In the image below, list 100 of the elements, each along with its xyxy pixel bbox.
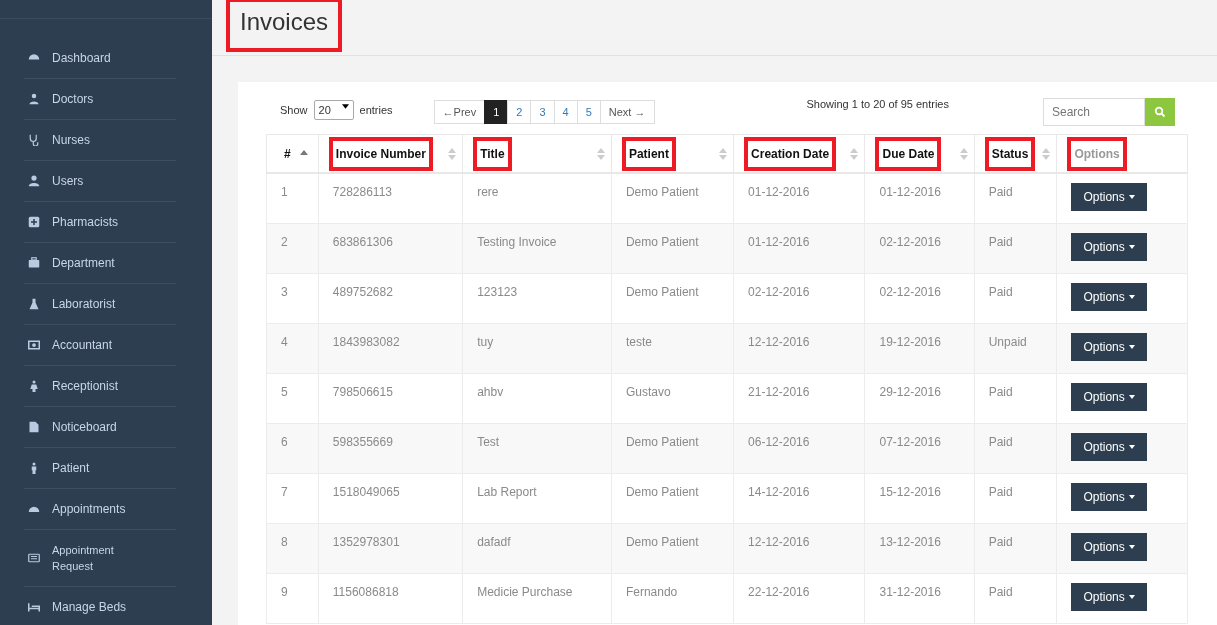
table-cell: 19-12-2016 <box>864 323 975 373</box>
column-header[interactable]: Due Date <box>864 134 975 173</box>
table-cell: 12-12-2016 <box>733 523 865 573</box>
menu-item-icon <box>28 421 40 433</box>
page-link[interactable]: 1 <box>484 100 509 124</box>
options-button[interactable]: Options <box>1071 432 1147 461</box>
options-button[interactable]: Options <box>1071 582 1147 611</box>
sidebar-item[interactable]: Accountant <box>24 325 176 366</box>
sidebar-item[interactable]: Laboratorist <box>24 284 176 325</box>
table-cell: 123123 <box>462 273 612 323</box>
sort-icon <box>850 147 859 160</box>
table-cell: 1843983082 <box>318 323 463 373</box>
table-cell: 31-12-2016 <box>864 573 975 623</box>
menu-item-icon <box>28 175 40 187</box>
entries-select[interactable]: 20 <box>313 100 354 120</box>
table-cell: 9 <box>266 573 319 623</box>
caret-icon <box>1128 544 1135 549</box>
menu-item-icon <box>28 601 40 613</box>
table-cell: 5 <box>266 373 319 423</box>
search-field[interactable]: Search <box>1043 98 1145 126</box>
table-cell: Demo Patient <box>611 523 734 573</box>
table-cell: 7 <box>266 473 319 523</box>
table-cell: Testing Invoice <box>462 223 612 273</box>
table-cell: 798506615 <box>318 373 463 423</box>
table-cell: 01-12-2016 <box>864 173 975 223</box>
table-cell: 4 <box>266 323 319 373</box>
sort-icon <box>448 147 457 160</box>
column-header[interactable]: Status <box>974 134 1057 173</box>
page-link[interactable]: Next → <box>599 100 655 124</box>
column-header[interactable]: Creation Date <box>733 134 865 173</box>
sidebar-item[interactable]: Dashboard <box>24 38 176 79</box>
search-button[interactable] <box>1145 98 1175 126</box>
menu-item-icon <box>28 134 40 146</box>
table-cell: Demo Patient <box>611 173 734 223</box>
sidebar-item[interactable]: Department <box>24 243 176 284</box>
options-button[interactable]: Options <box>1071 382 1147 411</box>
options-button[interactable]: Options <box>1071 532 1147 561</box>
options-button[interactable]: Options <box>1071 183 1147 211</box>
table-cell: Paid <box>974 573 1057 623</box>
column-header: Options <box>1056 134 1188 173</box>
table-cell: dafadf <box>462 523 612 573</box>
show-label: Show <box>280 104 308 116</box>
table-cell: ahbv <box>462 373 612 423</box>
page-link[interactable]: 5 <box>576 100 601 124</box>
table-cell: 598355669 <box>318 423 463 473</box>
table-cell: 3 <box>266 273 319 323</box>
table-cell: Gustavo <box>611 373 734 423</box>
sidebar-item[interactable]: Appointments <box>24 489 176 530</box>
page-link[interactable]: ←Prev <box>433 100 486 124</box>
table-cell: 1156086818 <box>318 573 463 623</box>
menu-item-icon <box>28 552 40 564</box>
table-cell: 15-12-2016 <box>864 473 975 523</box>
sidebar-item[interactable]: Manage Beds <box>24 587 176 625</box>
table-cell: Paid <box>974 373 1057 423</box>
sidebar-item[interactable]: Noticeboard <box>24 407 176 448</box>
table-cell: Paid <box>974 273 1057 323</box>
sidebar-item[interactable]: Doctors <box>24 79 176 120</box>
sort-icon <box>1042 147 1051 160</box>
sidebar-item[interactable]: Pharmacists <box>24 202 176 243</box>
page-link[interactable]: 2 <box>507 100 532 124</box>
table-cell: 01-12-2016 <box>733 173 865 223</box>
sidebar-item[interactable]: Users <box>24 161 176 202</box>
table-cell: 1352978301 <box>318 523 463 573</box>
table-cell: Paid <box>974 523 1057 573</box>
table-cell: teste <box>611 323 734 373</box>
page-link[interactable]: 3 <box>530 100 555 124</box>
entries-label: entries <box>359 104 393 116</box>
table-cell: Demo Patient <box>611 273 734 323</box>
table-cell: Paid <box>974 423 1057 473</box>
column-header[interactable]: Title <box>462 134 612 173</box>
column-header[interactable]: Invoice Number <box>318 134 463 173</box>
table-cell: 29-12-2016 <box>864 373 975 423</box>
options-button[interactable]: Options <box>1071 332 1147 361</box>
caret-icon <box>1128 294 1135 299</box>
search-icon <box>1154 106 1166 118</box>
table-cell: Paid <box>974 173 1057 223</box>
menu-item-icon <box>28 257 40 269</box>
options-button[interactable]: Options <box>1071 232 1147 261</box>
caret-icon <box>1128 244 1135 249</box>
column-header[interactable]: # <box>266 134 319 173</box>
options-button[interactable]: Options <box>1071 482 1147 511</box>
table-cell: 489752682 <box>318 273 463 323</box>
sort-icon <box>596 147 605 160</box>
table-cell: tuy <box>462 323 612 373</box>
table-cell: 8 <box>266 523 319 573</box>
page-link[interactable]: 4 <box>553 100 578 124</box>
table-cell: 2 <box>266 223 319 273</box>
options-button[interactable]: Options <box>1071 282 1147 311</box>
sidebar-item[interactable]: Appointment Request <box>24 530 176 587</box>
sidebar-item[interactable]: Patient <box>24 448 176 489</box>
caret-icon <box>1128 444 1135 449</box>
sidebar-item[interactable]: Nurses <box>24 120 176 161</box>
table-cell: Demo Patient <box>611 223 734 273</box>
table-cell: 06-12-2016 <box>733 423 865 473</box>
caret-icon <box>1128 195 1135 199</box>
table-cell: Fernando <box>611 573 734 623</box>
menu-item-icon <box>28 93 40 105</box>
sidebar-item[interactable]: Receptionist <box>24 366 176 407</box>
column-header[interactable]: Patient <box>611 134 734 173</box>
caret-icon <box>1128 344 1135 349</box>
